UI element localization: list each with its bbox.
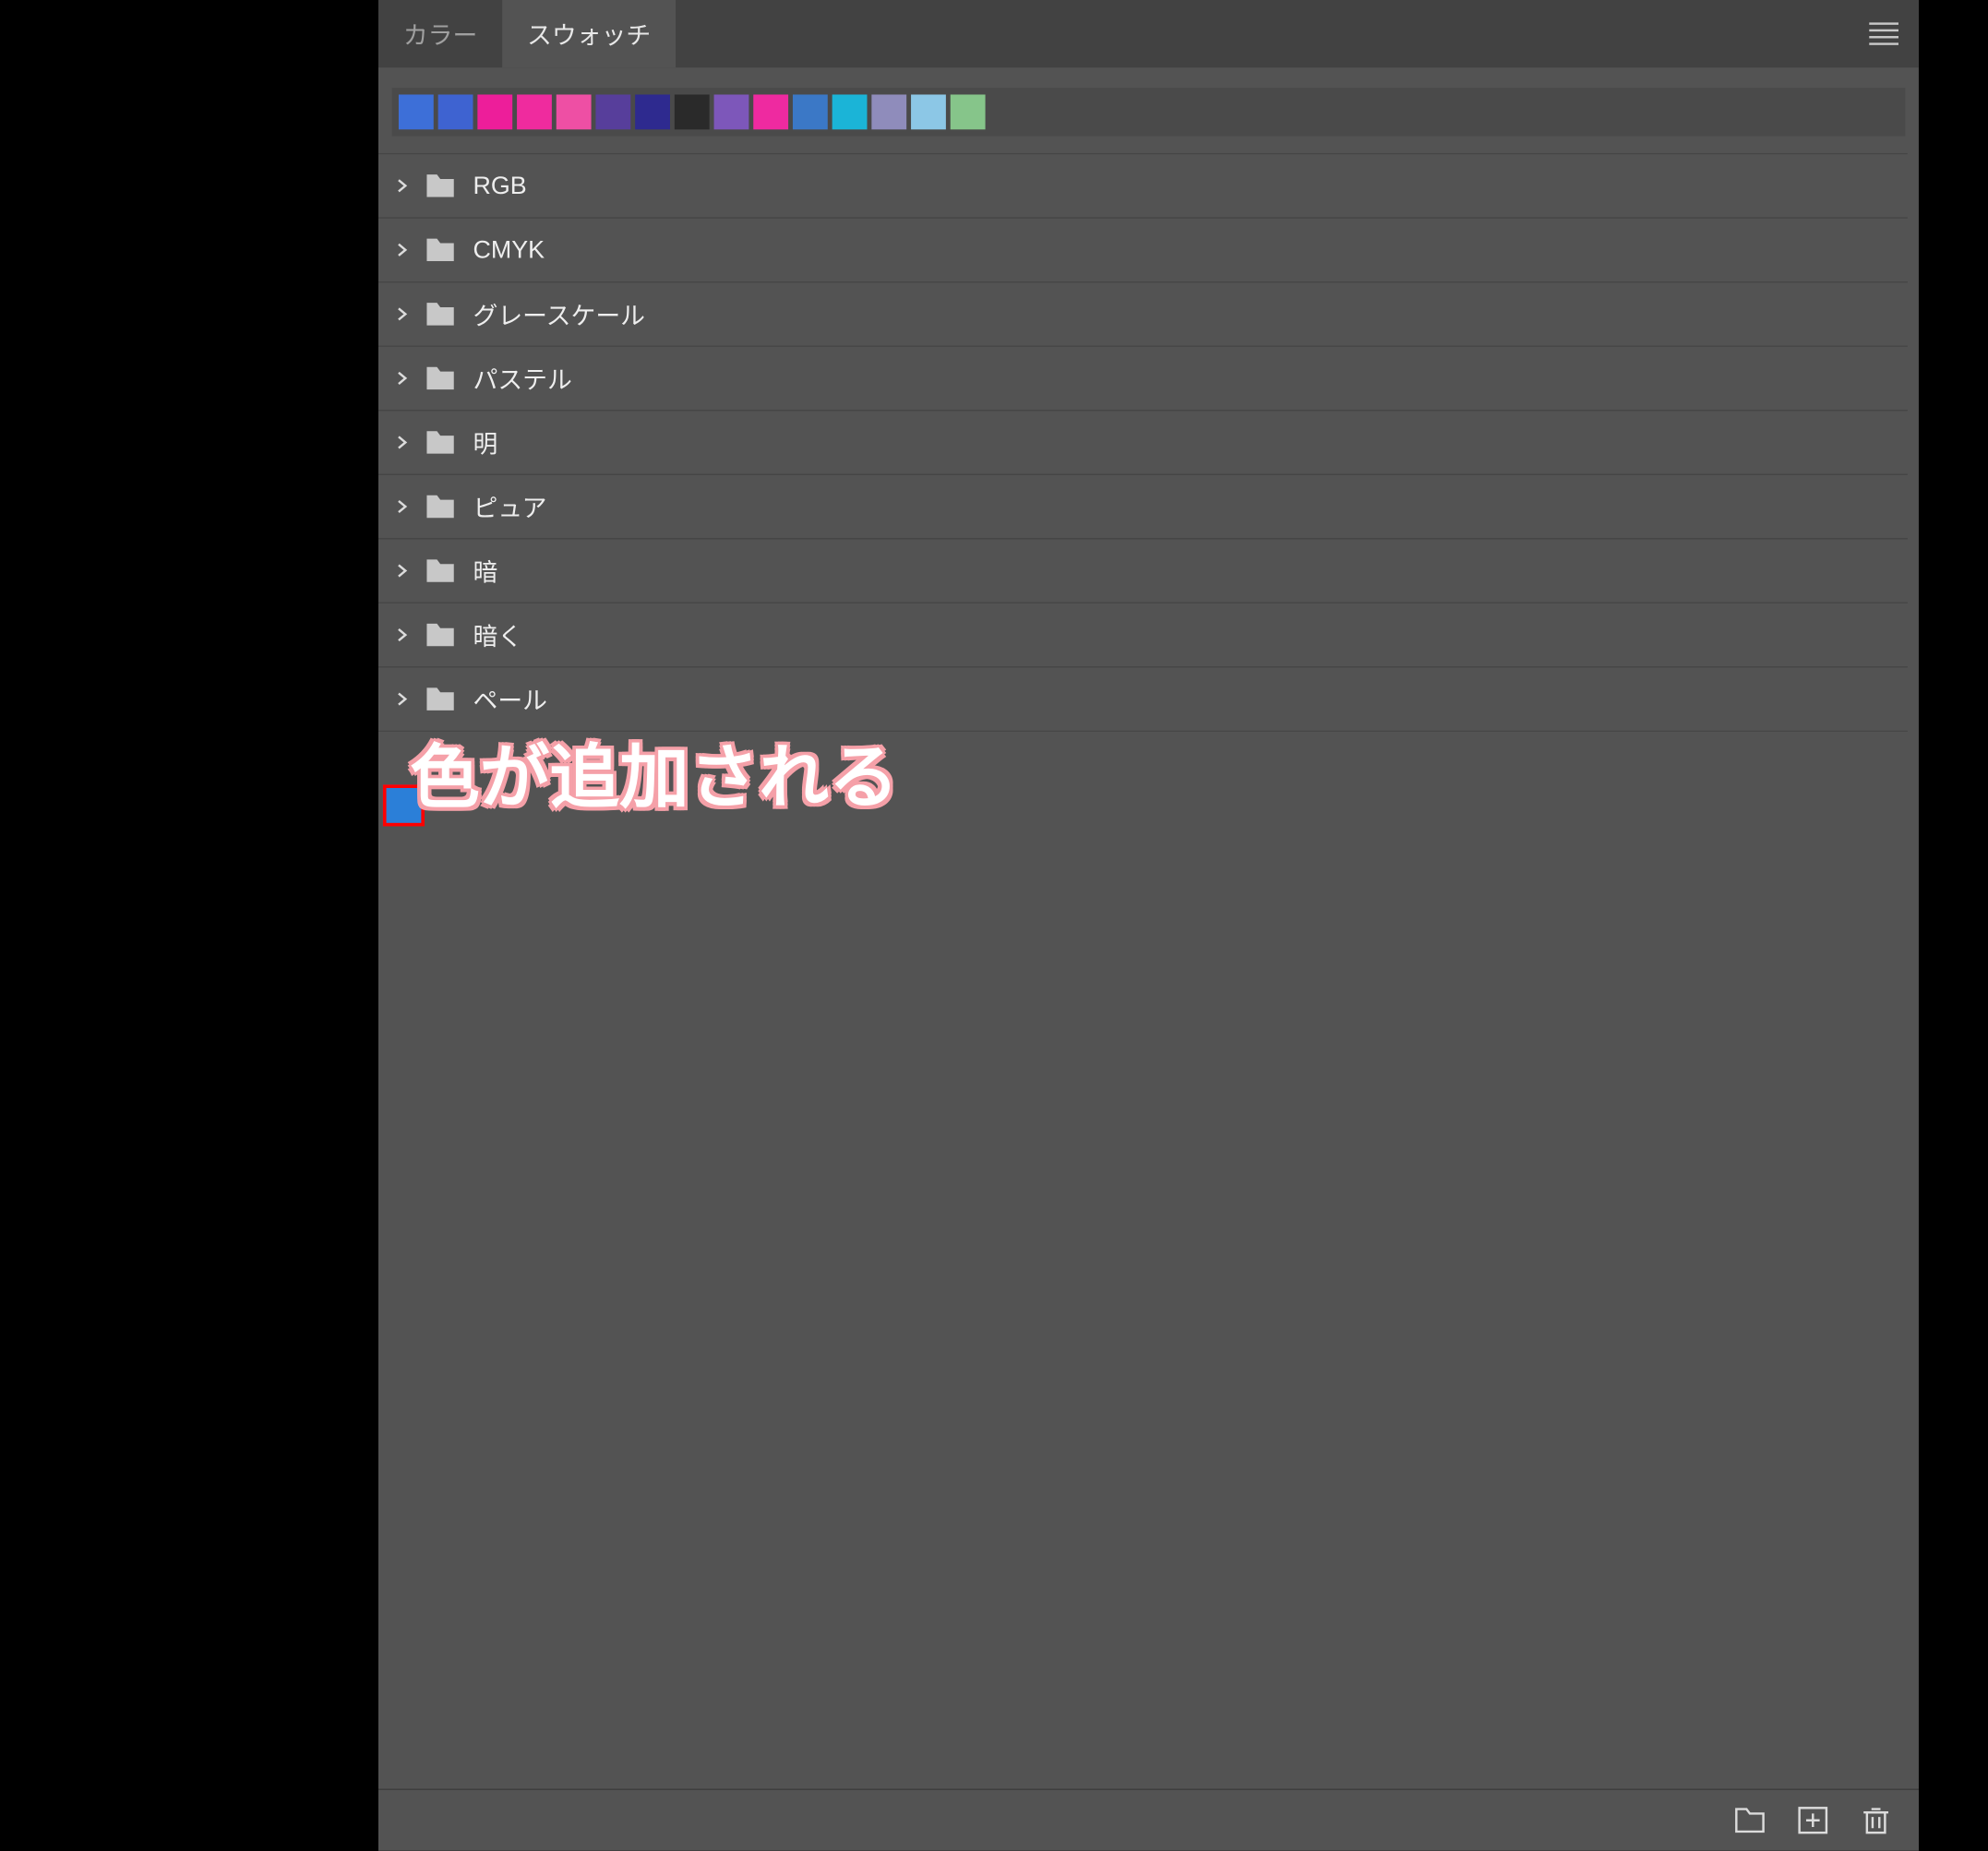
panel-bottombar: [378, 1789, 1919, 1851]
swatch-12[interactable]: [871, 94, 906, 129]
folder-list: RGB CMYK グレースケールパステル明ピュア暗暗くペール: [378, 153, 1908, 732]
swatch-6[interactable]: [635, 94, 670, 129]
chevron-right-icon: [394, 498, 410, 514]
folder-label: 暗: [473, 553, 497, 589]
chevron-right-icon: [394, 370, 410, 386]
folder-row[interactable]: 暗く: [378, 603, 1908, 668]
swatch-10[interactable]: [793, 94, 828, 129]
swatch-1[interactable]: [438, 94, 473, 129]
tab-color[interactable]: カラー: [378, 0, 502, 67]
annotation-text: 色が追加される: [410, 721, 898, 822]
chevron-right-icon: [394, 306, 410, 322]
folder-label: ピュア: [473, 488, 546, 524]
tab-swatches[interactable]: スウォッチ: [502, 0, 676, 67]
folder-label: 明: [473, 424, 497, 460]
chevron-right-icon: [394, 242, 410, 257]
folder-icon: [425, 302, 455, 327]
panel-tabbar: カラー スウォッチ: [378, 0, 1919, 67]
delete-button[interactable]: [1861, 1806, 1892, 1835]
swatch-9[interactable]: [753, 94, 788, 129]
swatch-7[interactable]: [675, 94, 710, 129]
folder-row[interactable]: グレースケール: [378, 281, 1908, 347]
folder-row[interactable]: 暗: [378, 538, 1908, 603]
folder-icon: [425, 623, 455, 648]
swatch-4[interactable]: [557, 94, 592, 129]
chevron-right-icon: [394, 178, 410, 194]
recent-swatches-strip: [392, 88, 1906, 136]
swatch-13[interactable]: [911, 94, 946, 129]
new-folder-button[interactable]: [1734, 1806, 1766, 1835]
swatch-8[interactable]: [714, 94, 749, 129]
chevron-right-icon: [394, 563, 410, 579]
swatch-11[interactable]: [832, 94, 868, 129]
folder-label: 暗く: [473, 617, 522, 653]
swatch-14[interactable]: [951, 94, 986, 129]
folder-icon: [425, 687, 455, 711]
folder-label: グレースケール: [473, 296, 645, 332]
swatch-0[interactable]: [399, 94, 434, 129]
folder-row[interactable]: ピュア: [378, 474, 1908, 540]
panel-menu-icon[interactable]: [1869, 22, 1898, 44]
chevron-right-icon: [394, 435, 410, 450]
folder-icon: [425, 237, 455, 262]
stage: カラー スウォッチ RGB CMYK グレースケールパステル明ピュア暗暗くペール 色…: [0, 0, 1988, 1517]
folder-icon: [425, 173, 455, 198]
folder-row[interactable]: RGB: [378, 153, 1908, 219]
folder-icon: [425, 366, 455, 391]
folder-row[interactable]: CMYK: [378, 217, 1908, 282]
swatch-3[interactable]: [517, 94, 552, 129]
folder-label: ペール: [473, 681, 547, 717]
folder-icon: [425, 558, 455, 583]
new-swatch-button[interactable]: [1797, 1806, 1828, 1835]
folder-icon: [425, 495, 455, 519]
folder-icon: [425, 430, 455, 455]
folder-label: CMYK: [473, 235, 545, 265]
folder-row[interactable]: パステル: [378, 346, 1908, 412]
chevron-right-icon: [394, 627, 410, 643]
swatches-panel: カラー スウォッチ RGB CMYK グレースケールパステル明ピュア暗暗くペール 色…: [378, 0, 1919, 1851]
folder-row[interactable]: 明: [378, 410, 1908, 475]
chevron-right-icon: [394, 691, 410, 707]
swatch-5[interactable]: [595, 94, 630, 129]
folder-label: RGB: [473, 171, 526, 200]
swatch-2[interactable]: [477, 94, 512, 129]
folder-label: パステル: [473, 360, 571, 396]
